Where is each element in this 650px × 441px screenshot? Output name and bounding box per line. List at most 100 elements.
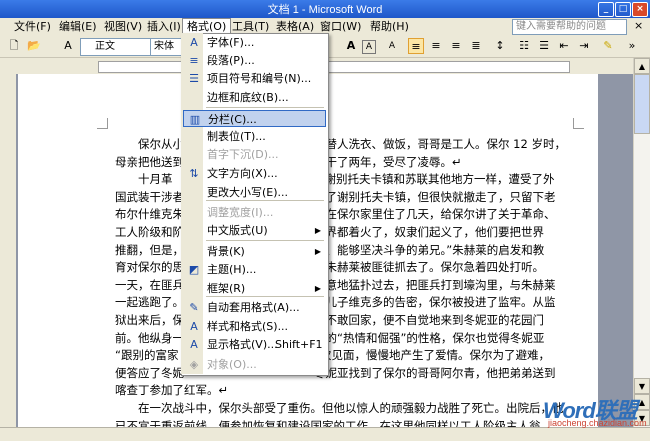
line-left-fragment: 前。他纵身一 (115, 330, 184, 345)
line-right-fragment: 几次见面，慢慢地产生了爱情。保尔为了避难， (308, 348, 550, 363)
maximize-button[interactable]: □ (615, 2, 631, 17)
submenu-arrow-icon: ▶ (314, 284, 321, 293)
right-align-icon[interactable]: ≡ (448, 38, 464, 54)
format-menu-item[interactable]: 中文版式(U) ▶ (183, 222, 326, 239)
menu-item-label: 字体(F)... (207, 36, 255, 49)
format-menu-item[interactable]: A 样式和格式(S)... (183, 318, 326, 335)
columns-icon: ▥ (189, 113, 201, 126)
menu-item-label: 样式和格式(S)... (207, 320, 289, 333)
menu-edit[interactable]: 编辑(E) (55, 18, 101, 35)
close-document-icon[interactable]: × (634, 19, 643, 32)
justify-align-icon[interactable]: ≡ (408, 38, 424, 54)
format-menu-item[interactable]: A 字体(F)... (183, 34, 326, 51)
char-border-icon[interactable]: A (362, 40, 376, 54)
text-direction-icon: ⇅ (189, 167, 199, 180)
format-menu-item[interactable]: 背景(K) ▶ (183, 243, 326, 260)
line-right-fragment: ，不敢回家，便不自觉地来到冬妮亚的花园门 (314, 312, 544, 327)
line-left-fragment: 一天，在匪兵 (115, 277, 184, 292)
menu-separator (206, 107, 324, 108)
window-title: 文档 1 - Microsoft Word (267, 4, 383, 16)
line-right-fragment: 的儿子维克多的告密，保尔被投进了监牢。从监 (314, 295, 556, 310)
menu-separator (206, 240, 324, 241)
menu-item-label: 更改大小写(E)... (207, 186, 289, 199)
line-right-fragment: 的、能够坚决斗争的弟兄。”朱赫莱的启发和教 (314, 242, 545, 257)
autoformat-icon: ✎ (189, 301, 199, 314)
minimize-button[interactable]: _ (598, 2, 614, 17)
line-right-fragment: 放了谢别托夫卡镇，但很快就撤走了，只留下老 (314, 189, 556, 204)
format-menu-item[interactable]: ≡ 段落(P)... (183, 52, 326, 69)
format-menu-item[interactable]: 制表位(T)... (183, 128, 326, 145)
bullets-toolbar-icon[interactable]: ☰ (536, 38, 552, 54)
menu-item-label: 主题(H)... (207, 263, 257, 276)
format-menu-item[interactable]: ⇅ 文字方向(X)... (183, 165, 326, 182)
theme-icon: ◩ (188, 263, 200, 276)
format-menu-item[interactable]: 边框和底纹(B)... (183, 89, 326, 106)
line-left-fragment: 推翻，但是， (115, 242, 184, 257)
menu-item-label: 背景(K) (207, 245, 245, 258)
close-button[interactable]: × (632, 2, 648, 17)
line-right-fragment: 尔的“热情和倔强”的性格，保尔也觉得冬妮亚 (314, 330, 545, 345)
format-menu-item[interactable]: 更改大小写(E)... (183, 184, 326, 201)
styles-icon: A (190, 320, 198, 333)
line-left-fragment: 便答应了冬妮 (115, 365, 184, 380)
menu-help[interactable]: 帮助(H) (366, 18, 413, 35)
styles-pane-icon[interactable]: A (60, 38, 76, 54)
menu-item-label: 显示格式(V)... (207, 338, 278, 351)
menu-item-label: 框架(R) (207, 282, 246, 295)
line-left-fragment: 育对保尔的思 (115, 260, 184, 275)
toolbar-options-icon[interactable]: » (624, 38, 640, 54)
line-left-fragment: 国武装干涉者 (115, 189, 184, 204)
line-spacing-icon[interactable]: ↕ (492, 38, 508, 54)
menu-insert[interactable]: 插入(I) (143, 18, 185, 35)
line-left-fragment: 狱出来后，保 (115, 312, 184, 327)
menu-item-label: 文字方向(X)... (207, 167, 278, 180)
menu-item-label: 首字下沉(D)... (207, 148, 279, 161)
menu-item-label: 对象(O)... (207, 358, 257, 371)
format-menu-item[interactable]: 调整宽度(I)... (183, 204, 326, 221)
object-icon: ◈ (189, 358, 199, 371)
ruler-scale (98, 61, 570, 73)
reveal-format-icon: A (190, 338, 198, 351)
center-align-icon[interactable]: ≡ (428, 38, 444, 54)
scroll-up-button[interactable]: ▲ (634, 58, 650, 74)
menu-item-label: 中文版式(U) (207, 224, 268, 237)
format-menu-item[interactable]: ☰ 项目符号和编号(N)... (183, 70, 326, 87)
horizontal-scrollbar[interactable] (0, 427, 650, 441)
decrease-indent-icon[interactable]: ⇤ (556, 38, 572, 54)
page-corner-mark (97, 118, 108, 129)
line-left-fragment: 布尔什维克朱 (115, 207, 184, 222)
menu-item-label: 边框和底纹(B)... (207, 91, 289, 104)
new-document-icon[interactable]: 🗋 (6, 38, 22, 54)
style-select[interactable]: 正文 (80, 38, 158, 56)
format-menu-item[interactable]: ✎ 自动套用格式(A)... (183, 299, 326, 316)
scroll-thumb[interactable] (634, 74, 650, 134)
menu-item-label: 调整宽度(I)... (207, 206, 274, 219)
font-color-icon[interactable]: A (343, 38, 359, 54)
font-select[interactable]: 宋体 (150, 38, 185, 56)
line-left-fragment: 一起逃跑了。 (115, 295, 184, 310)
format-menu-item[interactable]: 框架(R) ▶ (183, 280, 326, 297)
distribute-align-icon[interactable]: ≣ (468, 38, 484, 54)
page-corner-mark (573, 118, 584, 129)
line-right-fragment: 世界都着火了，奴隶们起义了，他们要把世界 (314, 224, 544, 239)
char-scale-icon[interactable]: A (384, 38, 400, 54)
menu-file[interactable]: 文件(F) (10, 18, 55, 35)
font-A-icon: A (190, 36, 198, 49)
format-menu-item[interactable]: A 显示格式(V)... Shift+F1 (183, 336, 326, 353)
numbering-icon[interactable]: ☷ (516, 38, 532, 54)
increase-indent-icon[interactable]: ⇥ (576, 38, 592, 54)
line-left-fragment: 工人阶级和阶 (115, 224, 184, 239)
paragraph-icon: ≡ (189, 54, 199, 67)
help-question-input[interactable]: 键入需要帮助的问题 (512, 19, 627, 35)
menu-view[interactable]: 视图(V) (100, 18, 146, 35)
format-menu-item[interactable]: ◈ 对象(O)... (183, 356, 326, 373)
highlight-icon[interactable]: ✎ (600, 38, 616, 54)
format-menu-item[interactable]: ◩ 主题(H)... (183, 261, 326, 278)
format-menu-item[interactable]: 首字下沉(D)... (183, 146, 326, 163)
format-menu-item[interactable]: ▥ 分栏(C)... (183, 110, 326, 127)
line-right-fragment: 菜在保尔家里住了几天，给保尔讲了关于革命、 (314, 207, 556, 222)
submenu-arrow-icon: ▶ (314, 247, 321, 256)
line-right-fragment: 冬妮亚找到了保尔的哥哥阿尔青，他把弟弟送到 (314, 365, 556, 380)
open-folder-icon[interactable]: 📂 (26, 38, 42, 54)
scroll-down-button[interactable]: ▼ (634, 378, 650, 394)
